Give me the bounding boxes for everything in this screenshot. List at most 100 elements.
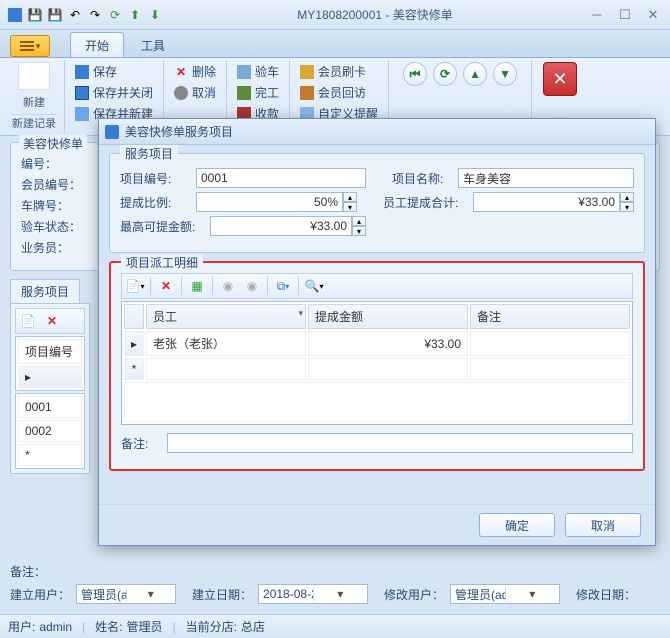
modify-user-combo[interactable]: 管理员(admin)▾: [450, 584, 560, 604]
file-menu-button[interactable]: ▾: [10, 35, 50, 57]
max-input[interactable]: [210, 216, 352, 236]
bg-col-code: 项目编号: [18, 339, 82, 364]
qat-refresh-icon[interactable]: ⟳: [106, 6, 124, 24]
bg-svc-tab[interactable]: 服务项目: [10, 279, 80, 303]
minimize-button[interactable]: ─: [586, 7, 608, 23]
ratio-spin-up[interactable]: ▴: [343, 192, 357, 202]
gt-copy-icon[interactable]: ⧉▾: [272, 276, 294, 296]
status-name-label: 姓名:: [95, 618, 122, 635]
modify-user-label: 修改用户：: [384, 586, 444, 603]
tab-tools[interactable]: 工具: [126, 32, 180, 57]
status-branch-value: 总店: [241, 618, 265, 635]
create-user-combo[interactable]: 管理员(ad…▾: [76, 584, 176, 604]
qat-save-icon[interactable]: 💾: [26, 6, 44, 24]
complete-button[interactable]: 完工: [235, 83, 281, 102]
detail-fieldset: 项目派工明细 📄▾ ✕ ▦ ◉ ◉ ⧉▾ 🔍▾ 员工▾ 提成金额: [109, 261, 645, 471]
remark-input[interactable]: [167, 433, 633, 453]
max-spin-up[interactable]: ▴: [352, 216, 366, 226]
cell-emp[interactable]: 老张（老张）: [146, 331, 306, 356]
qat-down-icon[interactable]: ⬇: [146, 6, 164, 24]
tab-start[interactable]: 开始: [70, 32, 124, 57]
qat-redo-icon[interactable]: ↷: [86, 6, 104, 24]
window-titlebar: 💾 💾 ↶ ↷ ⟳ ⬆ ⬇ MY1808200001 - 美容快修单 ─ ☐ ✕: [0, 0, 670, 30]
dialog-cancel-button[interactable]: 取消: [565, 513, 641, 537]
bg-no-label: 编号：: [21, 155, 83, 172]
create-user-label: 建立用户：: [10, 586, 70, 603]
new-label: 新建: [23, 94, 45, 110]
qat-undo-icon[interactable]: ↶: [66, 6, 84, 24]
nav-first-button[interactable]: ⏮: [403, 62, 427, 86]
app-icon: [6, 6, 24, 24]
create-date-combo[interactable]: 2018-08-20▾: [258, 584, 368, 604]
code-label: 项目编号:: [120, 170, 190, 187]
nav-up-button[interactable]: ▲: [463, 62, 487, 86]
status-branch-label: 当前分店:: [186, 618, 237, 635]
service-item-dialog: 美容快修单服务项目 服务项目 项目编号: 项目名称: 提成比例: ▴▾ 员工提成…: [98, 118, 656, 546]
close-button[interactable]: ✕: [642, 7, 664, 23]
bottom-area: 备注： 建立用户： 管理员(ad…▾ 建立日期： 2018-08-20▾ 修改用…: [10, 559, 660, 608]
gt-edit-icon[interactable]: ▦: [186, 276, 208, 296]
bg-mini-new[interactable]: 📄: [18, 311, 38, 331]
chevron-down-icon[interactable]: ▾: [313, 587, 368, 601]
gt-delete-icon[interactable]: ✕: [155, 276, 177, 296]
name-input[interactable]: [458, 168, 634, 188]
chevron-down-icon[interactable]: ▾: [505, 587, 560, 601]
max-spin-down[interactable]: ▾: [352, 226, 366, 236]
service-item-legend: 服务项目: [120, 145, 178, 162]
bg-legend: 美容快修单: [19, 135, 87, 152]
qat-save-close-icon[interactable]: 💾: [46, 6, 64, 24]
ct-spin-up[interactable]: ▴: [620, 192, 634, 202]
maximize-button[interactable]: ☐: [614, 7, 636, 23]
member-card-button[interactable]: 会员刷卡: [298, 62, 380, 81]
col-remark[interactable]: 备注: [470, 304, 630, 329]
close-big-button[interactable]: ✕: [543, 62, 577, 96]
bg-sales-label: 业务员：: [21, 239, 83, 256]
bottom-remark-label: 备注：: [10, 563, 68, 580]
col-employee[interactable]: 员工▾: [146, 304, 306, 329]
new-icon[interactable]: [18, 62, 50, 90]
bg-member-label: 会员编号：: [21, 176, 83, 193]
save-button[interactable]: 保存: [73, 62, 155, 81]
filter-icon[interactable]: ▾: [299, 308, 304, 319]
gt-prev-icon[interactable]: ◉: [241, 276, 263, 296]
name-label: 项目名称:: [392, 170, 452, 187]
code-input[interactable]: [196, 168, 366, 188]
ratio-spin-down[interactable]: ▾: [343, 202, 357, 212]
service-item-fieldset: 服务项目 项目编号: 项目名称: 提成比例: ▴▾ 员工提成合计: ▴▾: [109, 153, 645, 253]
detail-legend: 项目派工明细: [121, 254, 203, 271]
commission-total-input[interactable]: [473, 192, 620, 212]
gt-first-icon[interactable]: ◉: [217, 276, 239, 296]
detail-grid: 员工▾ 提成金额 备注 ▸ 老张（老张） ¥33.00 *: [121, 301, 633, 425]
ct-spin-down[interactable]: ▾: [620, 202, 634, 212]
bg-mini-del[interactable]: ✕: [42, 311, 62, 331]
bg-row-0[interactable]: 0001: [18, 396, 82, 418]
nav-down-button[interactable]: ▼: [493, 62, 517, 86]
nav-refresh-button[interactable]: ⟳: [433, 62, 457, 86]
commission-total-label: 员工提成合计:: [383, 194, 467, 211]
bg-plate-label: 车牌号：: [21, 197, 83, 214]
gt-search-icon[interactable]: 🔍▾: [303, 276, 325, 296]
ok-button[interactable]: 确定: [479, 513, 555, 537]
delete-button[interactable]: ✕删除: [172, 62, 218, 81]
create-date-label: 建立日期：: [192, 586, 252, 603]
cell-amount[interactable]: ¥33.00: [308, 331, 468, 356]
status-user-label: 用户:: [8, 618, 35, 635]
grid-row-0[interactable]: ▸ 老张（老张） ¥33.00: [124, 331, 630, 356]
qat-up-icon[interactable]: ⬆: [126, 6, 144, 24]
member-visit-button[interactable]: 会员回访: [298, 83, 380, 102]
cancel-button[interactable]: 取消: [172, 83, 218, 102]
inspect-button[interactable]: 验车: [235, 62, 281, 81]
ratio-input[interactable]: [196, 192, 343, 212]
col-amount[interactable]: 提成金额: [308, 304, 468, 329]
max-label: 最高可提金额:: [120, 218, 204, 235]
bg-row-1[interactable]: 0002: [18, 420, 82, 442]
modify-date-label: 修改日期：: [576, 586, 636, 603]
cell-remark[interactable]: [470, 331, 630, 356]
grid-row-new[interactable]: *: [124, 358, 630, 380]
chevron-down-icon[interactable]: ▾: [126, 587, 176, 601]
dialog-titlebar[interactable]: 美容快修单服务项目: [99, 119, 655, 145]
save-close-button[interactable]: 保存并关闭: [73, 83, 155, 102]
bg-inspect-label: 验车状态：: [21, 218, 83, 235]
new-group-label: 新建记录: [12, 114, 56, 131]
gt-new-icon[interactable]: 📄▾: [124, 276, 146, 296]
